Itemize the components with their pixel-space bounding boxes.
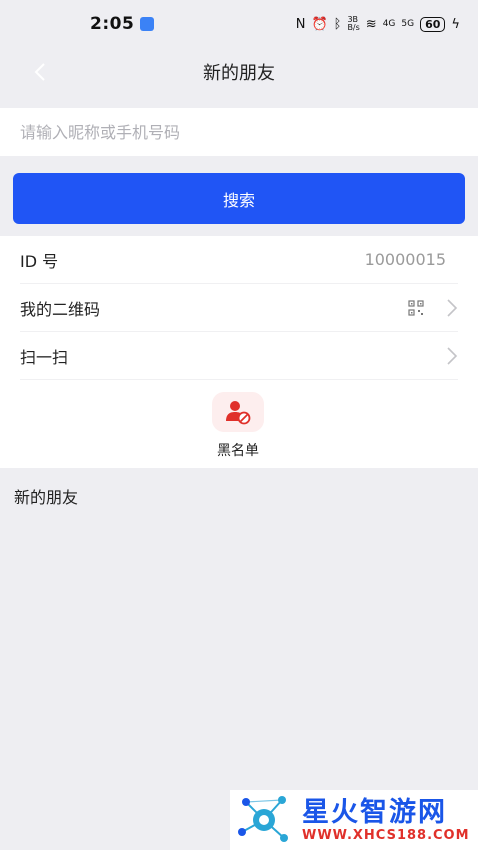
alarm-icon: ⏰ — [311, 16, 328, 32]
scan-row[interactable]: 扫一扫 — [20, 332, 458, 380]
status-bar: 2:05 N ⏰ ᛒ 3B B/s ≋ 4G 5G 60 ϟ — [0, 0, 478, 48]
status-time: 2:05 — [90, 14, 135, 34]
bluetooth-icon: ᛒ — [333, 16, 342, 32]
chevron-right-icon — [447, 346, 458, 365]
id-value: 10000015 — [364, 250, 446, 269]
watermark-url: WWW.XHCS188.COM — [302, 827, 470, 843]
blacklist-label: 黑名单 — [217, 443, 259, 459]
search-box — [0, 108, 478, 156]
search-input[interactable] — [20, 108, 478, 156]
new-friends-section-title: 新的朋友 — [14, 488, 79, 507]
blacklist-button[interactable]: 黑名单 — [205, 392, 271, 462]
network-speed: 3B B/s — [347, 15, 360, 32]
nfc-icon: N — [295, 16, 306, 32]
molecule-logo-icon — [238, 796, 288, 842]
charging-icon: ϟ — [451, 16, 460, 32]
blocked-user-icon — [226, 401, 251, 425]
signal-5g: 5G — [401, 19, 415, 29]
signal-4g: 4G — [382, 19, 396, 29]
my-qrcode-row[interactable]: 我的二维码 — [20, 284, 458, 332]
battery-indicator: 60 — [420, 16, 446, 32]
nav-bar: 新的朋友 — [0, 48, 478, 96]
scan-label: 扫一扫 — [20, 347, 69, 367]
wifi-icon: ≋ — [365, 16, 377, 32]
id-row: ID 号 10000015 — [20, 236, 458, 284]
watermark-logo: 星火智游网 WWW.XHCS188.COM — [230, 790, 478, 850]
watermark-title: 星火智游网 — [302, 796, 447, 828]
chevron-left-icon — [34, 63, 45, 81]
id-label: ID 号 — [20, 251, 59, 271]
back-button[interactable] — [26, 58, 54, 86]
page-title: 新的朋友 — [203, 63, 275, 84]
search-button[interactable]: 搜索 — [13, 173, 465, 224]
chevron-right-icon — [447, 298, 458, 317]
qrcode-icon — [408, 299, 424, 316]
status-indicators: N ⏰ ᛒ 3B B/s ≋ 4G 5G 60 ϟ — [296, 16, 460, 32]
my-qrcode-label: 我的二维码 — [20, 299, 101, 319]
blacklist-icon-wrap — [212, 392, 264, 432]
notification-app-icon — [140, 17, 155, 31]
